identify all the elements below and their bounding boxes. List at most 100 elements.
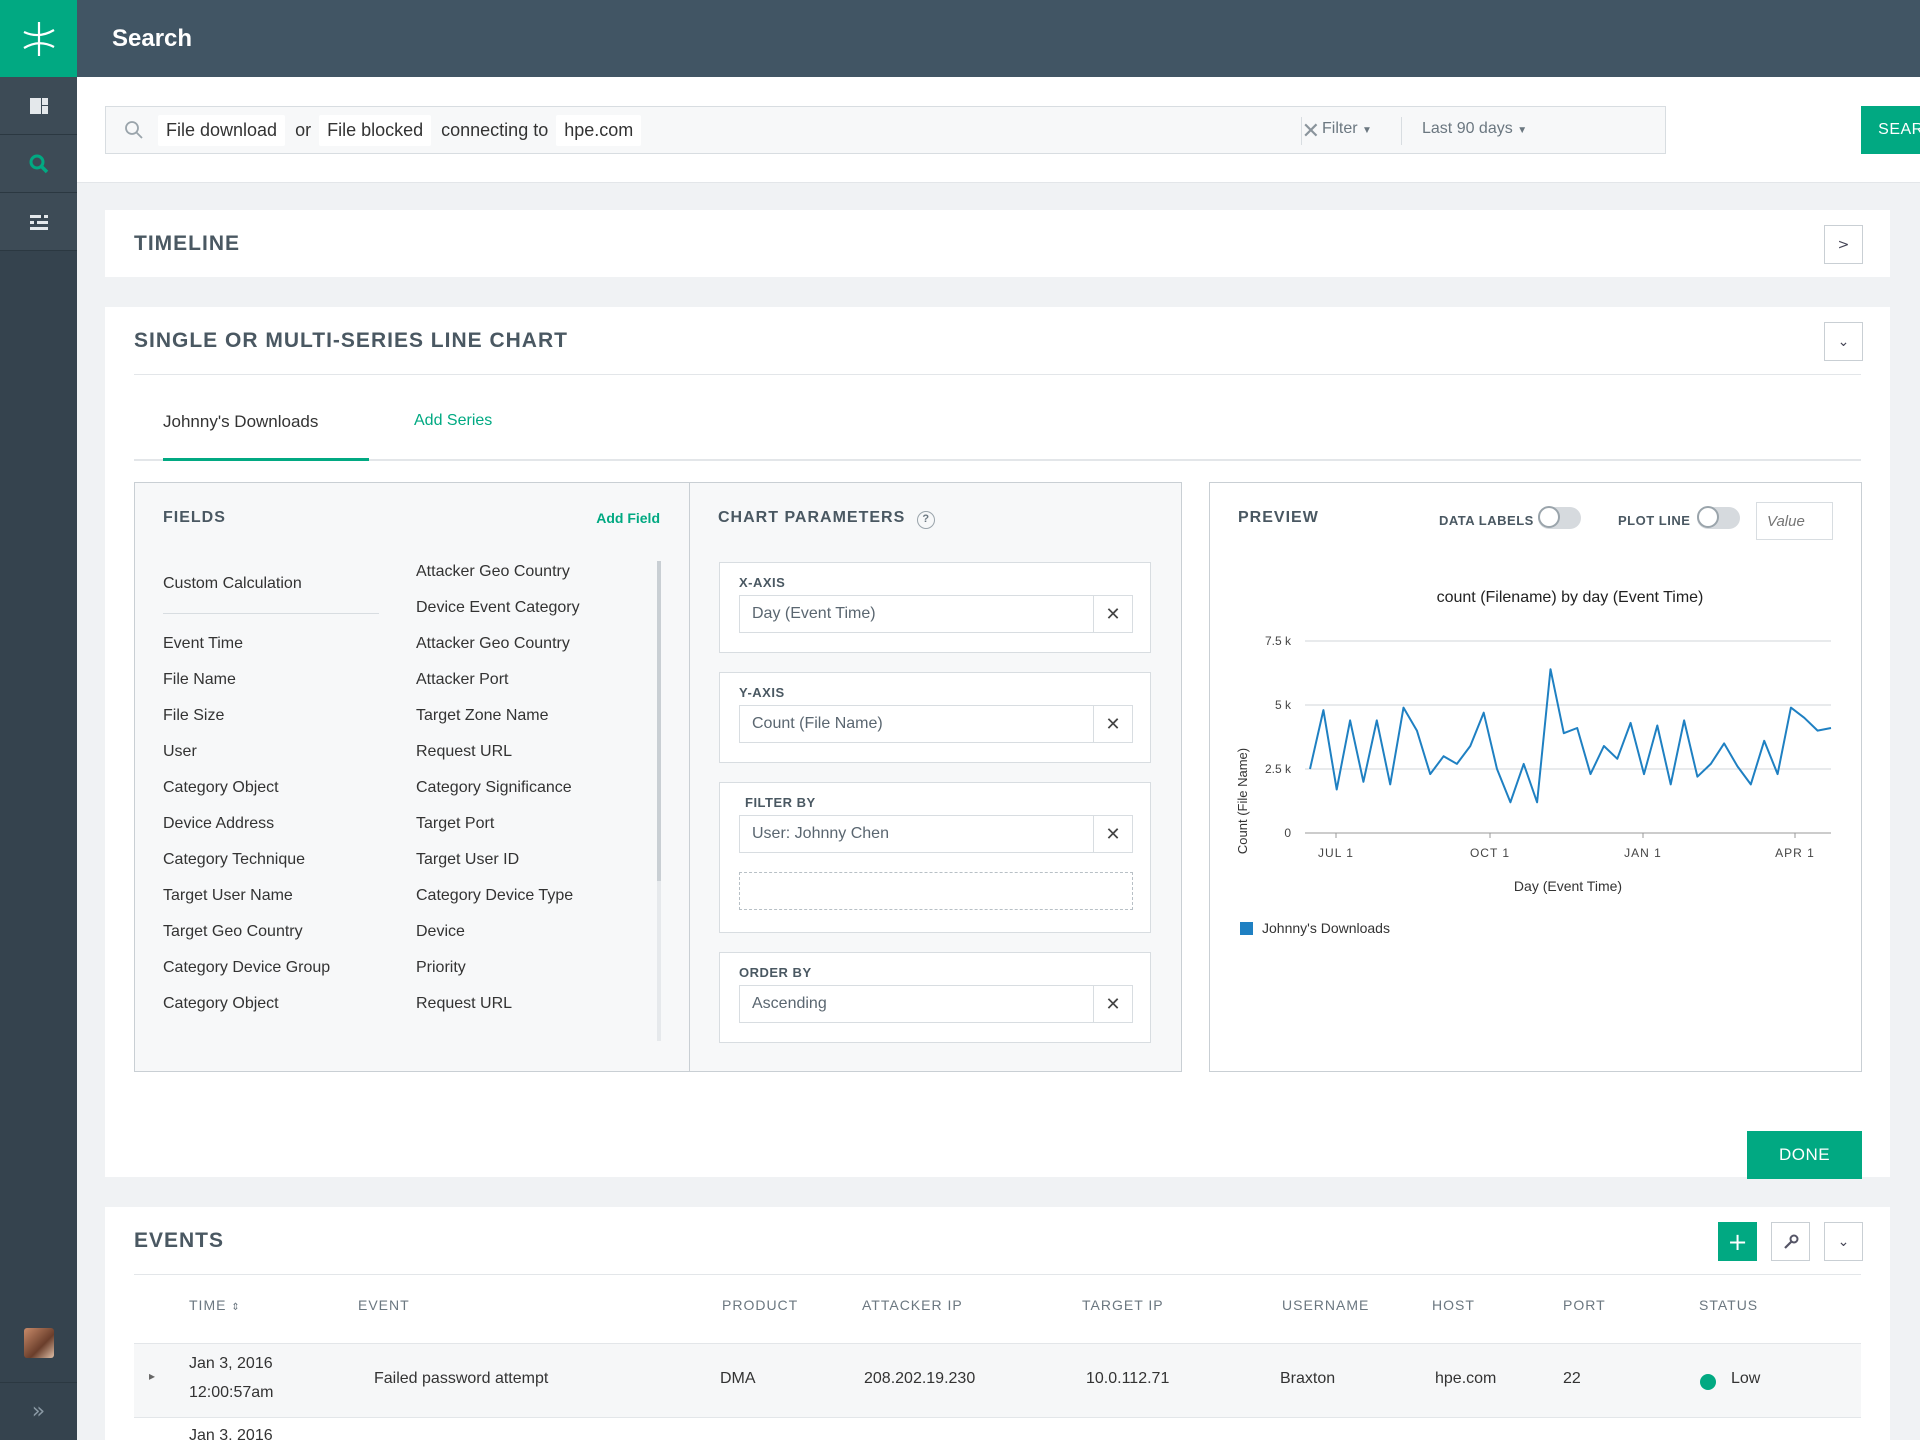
add-series-link[interactable]: Add Series bbox=[414, 412, 492, 430]
search-token[interactable]: File download bbox=[158, 114, 286, 146]
y-axis-field[interactable]: Count (File Name) ✕ bbox=[739, 705, 1133, 743]
field-item[interactable]: Category Technique bbox=[163, 842, 330, 878]
nav-settings[interactable] bbox=[0, 193, 77, 251]
plot-line-value-input[interactable] bbox=[1756, 502, 1833, 540]
collapse-events-button[interactable]: ⌄ bbox=[1824, 1222, 1863, 1261]
plot-line-label: PLOT LINE bbox=[1618, 513, 1691, 528]
field-item[interactable]: Target Zone Name bbox=[416, 698, 580, 734]
field-item[interactable]: Priority bbox=[416, 950, 580, 986]
chart-parameters-panel: CHART PARAMETERS ? X-AXIS Day (Event Tim… bbox=[689, 482, 1182, 1072]
filter-label: Filter bbox=[1322, 120, 1358, 137]
event-attacker-ip: 208.202.19.230 bbox=[864, 1370, 976, 1387]
app-logo[interactable] bbox=[0, 0, 77, 77]
remove-x-axis-icon[interactable]: ✕ bbox=[1093, 596, 1132, 632]
remove-order-icon[interactable]: ✕ bbox=[1093, 986, 1132, 1022]
search-button[interactable]: SEARCH bbox=[1861, 106, 1920, 154]
divider bbox=[134, 1274, 1861, 1275]
data-labels-toggle[interactable] bbox=[1538, 506, 1581, 529]
table-row[interactable]: ▸ Jan 3, 2016 12:00:57am Failed password… bbox=[134, 1343, 1861, 1418]
column-header-host[interactable]: HOST bbox=[1432, 1297, 1475, 1313]
expand-row-icon[interactable]: ▸ bbox=[149, 1369, 155, 1383]
page-title: Search bbox=[112, 24, 193, 52]
series-lines bbox=[1309, 668, 1832, 804]
field-item[interactable]: Custom Calculation bbox=[163, 566, 330, 602]
done-button[interactable]: DONE bbox=[1747, 1131, 1862, 1179]
filter-drop-zone[interactable] bbox=[739, 872, 1133, 910]
field-item[interactable]: Target Geo Country bbox=[163, 914, 330, 950]
field-item[interactable]: Event Time bbox=[163, 626, 330, 662]
field-item[interactable]: Request URL bbox=[416, 986, 580, 1022]
collapse-button[interactable]: ⌄ bbox=[1824, 322, 1863, 361]
scrollbar-track[interactable] bbox=[657, 561, 661, 1041]
date-range-dropdown[interactable]: Last 90 days ▼ bbox=[1422, 120, 1527, 138]
field-item[interactable]: Category Object bbox=[163, 770, 330, 806]
search-input[interactable]: File download or File blocked connecting… bbox=[105, 106, 1666, 154]
chart-builder-title: SINGLE OR MULTI-SERIES LINE CHART bbox=[134, 329, 568, 352]
column-header-port[interactable]: PORT bbox=[1563, 1297, 1606, 1313]
y-tick-labels: 0 2.5 k 5 k 7.5 k bbox=[1265, 634, 1292, 840]
column-header-status[interactable]: STATUS bbox=[1699, 1297, 1758, 1313]
y-axis-box: Y-AXIS Count (File Name) ✕ bbox=[719, 672, 1151, 763]
field-item[interactable]: Device Event Category bbox=[416, 590, 580, 626]
event-host: hpe.com bbox=[1435, 1370, 1497, 1387]
field-item[interactable]: User bbox=[163, 734, 330, 770]
clear-icon[interactable]: ✕ bbox=[1302, 119, 1320, 144]
help-icon[interactable]: ? bbox=[916, 511, 935, 529]
filter-by-value: User: Johnny Chen bbox=[752, 825, 889, 842]
column-header-event[interactable]: EVENT bbox=[358, 1297, 410, 1313]
remove-y-axis-icon[interactable]: ✕ bbox=[1093, 706, 1132, 742]
column-header-label: TIME bbox=[189, 1297, 227, 1313]
field-item[interactable]: Attacker Geo Country bbox=[416, 554, 580, 590]
chevron-down-icon: ▼ bbox=[1517, 125, 1528, 136]
search-operator: connecting to bbox=[441, 119, 549, 140]
x-axis-box: X-AXIS Day (Event Time) ✕ bbox=[719, 562, 1151, 653]
user-avatar[interactable] bbox=[23, 1328, 54, 1358]
field-item[interactable]: Target User Name bbox=[163, 878, 330, 914]
column-header-time[interactable]: TIME ⇕ bbox=[189, 1297, 241, 1313]
field-item[interactable]: Category Object bbox=[163, 986, 330, 1022]
column-header-username[interactable]: USERNAME bbox=[1282, 1297, 1369, 1313]
tab-johnnys-downloads[interactable]: Johnny's Downloads bbox=[163, 412, 318, 432]
series-tabs: Johnny's Downloads Add Series bbox=[134, 402, 1861, 461]
order-by-field[interactable]: Ascending ✕ bbox=[739, 985, 1133, 1023]
filter-dropdown[interactable]: Filter ▼ bbox=[1322, 120, 1372, 138]
divider bbox=[163, 613, 379, 614]
scrollbar-thumb[interactable] bbox=[657, 561, 661, 881]
event-product: DMA bbox=[720, 1370, 756, 1387]
field-item[interactable]: Device bbox=[416, 914, 580, 950]
add-event-button[interactable]: + bbox=[1718, 1222, 1757, 1261]
sort-icon[interactable]: ⇕ bbox=[231, 1302, 240, 1313]
field-item[interactable]: Category Device Type bbox=[416, 878, 580, 914]
field-item[interactable]: Target User ID bbox=[416, 842, 580, 878]
field-item[interactable]: Category Significance bbox=[416, 770, 580, 806]
series-line bbox=[1309, 668, 1832, 804]
column-header-target-ip[interactable]: TARGET IP bbox=[1082, 1297, 1164, 1313]
field-item[interactable]: File Size bbox=[163, 698, 330, 734]
field-item[interactable]: Target Port bbox=[416, 806, 580, 842]
search-token[interactable]: hpe.com bbox=[556, 114, 642, 146]
field-item[interactable]: Request URL bbox=[416, 734, 580, 770]
field-item[interactable]: File Name bbox=[163, 662, 330, 698]
plot-line-toggle[interactable] bbox=[1697, 506, 1740, 529]
search-token[interactable]: File blocked bbox=[319, 114, 432, 146]
x-axis-label: X-AXIS bbox=[739, 575, 786, 590]
fields-title: FIELDS bbox=[163, 509, 226, 526]
date-range-label: Last 90 days bbox=[1422, 120, 1513, 137]
field-item[interactable]: Attacker Port bbox=[416, 662, 580, 698]
x-axis-field[interactable]: Day (Event Time) ✕ bbox=[739, 595, 1133, 633]
line-chart: count (Filename) by day (Event Time) Cou… bbox=[1235, 589, 1832, 936]
remove-filter-icon[interactable]: ✕ bbox=[1093, 816, 1132, 852]
field-item[interactable]: Category Device Group bbox=[163, 950, 330, 986]
nav-search[interactable] bbox=[0, 135, 77, 193]
filter-by-field[interactable]: User: Johnny Chen ✕ bbox=[739, 815, 1133, 853]
expand-timeline-button[interactable]: > bbox=[1824, 225, 1863, 264]
column-header-attacker-ip[interactable]: ATTACKER IP bbox=[862, 1297, 963, 1313]
nav-dashboard[interactable] bbox=[0, 77, 77, 135]
configure-button[interactable] bbox=[1771, 1222, 1810, 1261]
add-field-link[interactable]: Add Field bbox=[596, 510, 660, 526]
column-header-product[interactable]: PRODUCT bbox=[722, 1297, 798, 1313]
field-item[interactable]: Attacker Geo Country bbox=[416, 626, 580, 662]
legend-swatch bbox=[1240, 922, 1253, 935]
field-item[interactable]: Device Address bbox=[163, 806, 330, 842]
expand-sidebar-icon[interactable]: » bbox=[0, 1382, 77, 1440]
